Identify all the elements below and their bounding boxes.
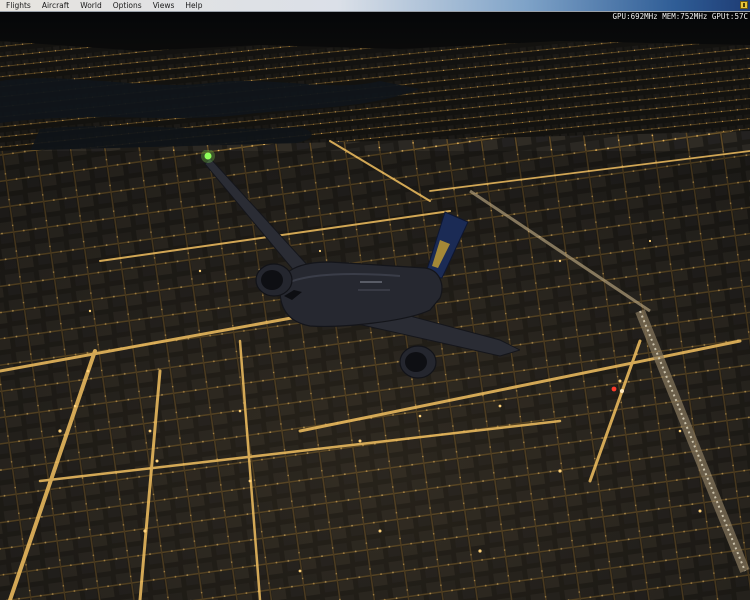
menu-world[interactable]: World xyxy=(74,0,107,11)
menu-flights[interactable]: Flights xyxy=(0,0,36,11)
menubar-toggle-icon[interactable] xyxy=(740,1,748,9)
simulator-viewport[interactable]: Flights Aircraft World Options Views Hel… xyxy=(0,0,750,600)
menu-aircraft[interactable]: Aircraft xyxy=(36,0,74,11)
airliner-model xyxy=(201,150,520,379)
mem-clock-readout: MEM:752MHz xyxy=(662,12,708,21)
gpu-stats-overlay: GPU:692MHz MEM:752MHz GPUt:57C xyxy=(613,12,748,21)
menu-views[interactable]: Views xyxy=(147,0,180,11)
menu-bar: Flights Aircraft World Options Views Hel… xyxy=(0,0,750,12)
menu-options[interactable]: Options xyxy=(107,0,147,11)
gpu-temp-readout: GPUt:57C xyxy=(711,12,748,21)
gpu-clock-readout: GPU:692MHz xyxy=(612,12,658,21)
menu-help[interactable]: Help xyxy=(179,0,207,11)
